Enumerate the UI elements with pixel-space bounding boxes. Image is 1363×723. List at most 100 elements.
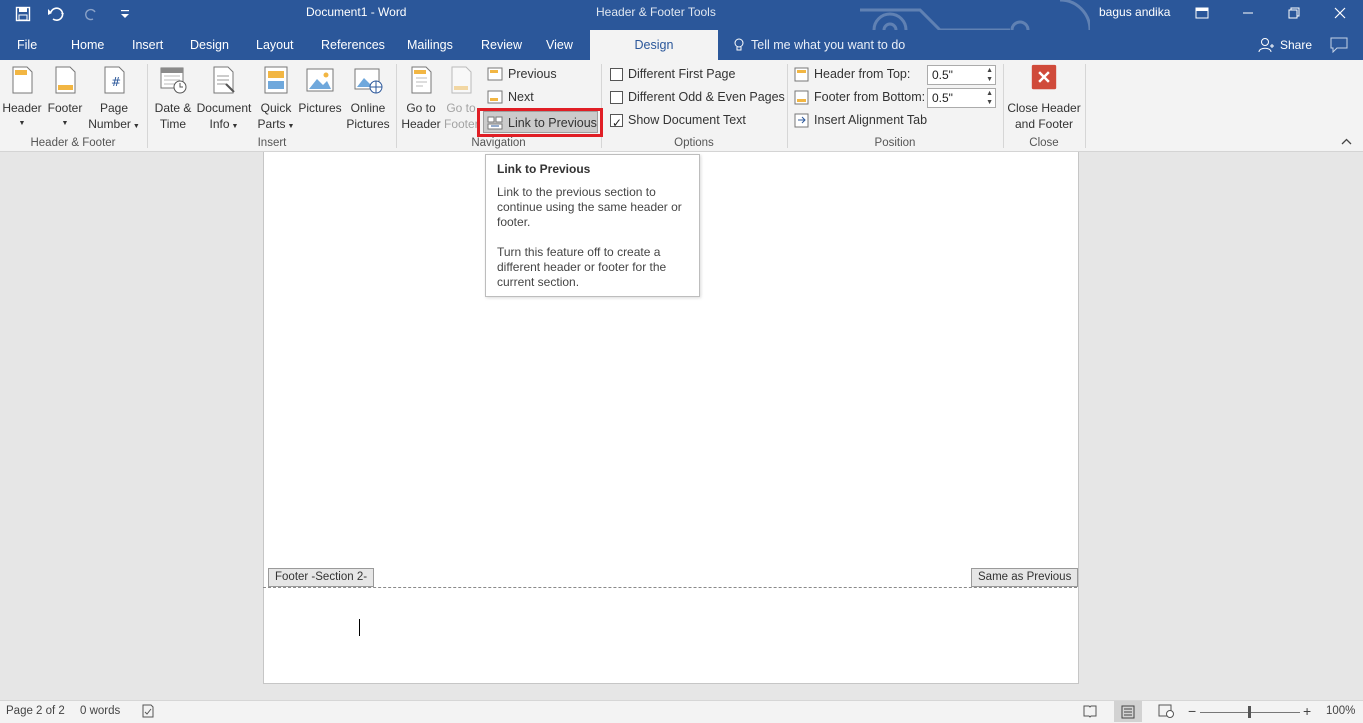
different-odd-even-checkbox[interactable]: Different Odd & Even Pages xyxy=(610,86,785,108)
number-label: Number xyxy=(88,117,131,131)
footer-boundary-line xyxy=(263,587,1077,588)
footer-nav-label: Footer xyxy=(444,117,478,131)
status-bar: Page 2 of 2 0 words − + 100% xyxy=(0,700,1363,723)
header-from-top-input[interactable]: 0.5" ▲ ▼ xyxy=(927,65,996,85)
zoom-out-button[interactable]: − xyxy=(1188,703,1196,719)
quick-access-toolbar xyxy=(10,3,138,25)
show-document-text-checkbox[interactable]: Show Document Text xyxy=(610,109,746,134)
tab-review[interactable]: Review xyxy=(481,30,522,60)
tab-home[interactable]: Home xyxy=(71,30,104,60)
footer-icon xyxy=(55,66,76,94)
redo-icon[interactable] xyxy=(78,3,104,25)
footer-from-bottom-input[interactable]: 0.5" ▲ ▼ xyxy=(927,88,996,108)
go-to-footer-icon xyxy=(451,66,472,94)
customize-qat-icon[interactable] xyxy=(112,3,138,25)
spinner-arrows-icon[interactable]: ▲ ▼ xyxy=(986,66,993,84)
header-label: Header xyxy=(2,101,42,115)
close-group-label: Close xyxy=(1029,137,1059,149)
page-number-button[interactable]: # Page Number ▼ xyxy=(87,64,141,135)
minimize-icon[interactable] xyxy=(1225,0,1271,26)
footer-position-icon xyxy=(794,90,809,104)
quick-parts-icon xyxy=(264,66,288,94)
online-pictures-icon xyxy=(354,68,383,94)
zoom-level[interactable]: 100% xyxy=(1326,705,1355,717)
user-name[interactable]: bagus andika xyxy=(1099,5,1170,19)
close-header-label: Close Header xyxy=(1007,101,1081,115)
date-time-button[interactable]: Date & Time xyxy=(151,64,195,132)
svg-text:#: # xyxy=(111,75,121,89)
header-footer-group-label: Header & Footer xyxy=(30,137,116,149)
pictures-icon xyxy=(306,68,334,92)
pictures-label: Pictures xyxy=(298,101,342,115)
quick-parts-button[interactable]: Quick Parts ▼ xyxy=(256,64,296,135)
header-from-top-label-group: Header from Top: xyxy=(794,63,910,85)
comments-icon[interactable] xyxy=(1330,37,1348,53)
online-pictures-button[interactable]: Online Pictures xyxy=(345,64,391,132)
header-from-top-label: Header from Top: xyxy=(814,67,911,81)
word-count[interactable]: 0 words xyxy=(80,705,120,717)
proofing-icon[interactable] xyxy=(141,704,155,721)
next-section-icon xyxy=(487,90,503,104)
read-mode-icon[interactable] xyxy=(1083,704,1097,721)
tab-design[interactable]: Design xyxy=(190,30,229,60)
previous-button[interactable]: Previous xyxy=(487,63,557,85)
group-separator xyxy=(147,64,148,148)
checkbox-checked-icon xyxy=(610,112,623,134)
undo-icon[interactable] xyxy=(44,3,70,25)
zoom-slider-knob[interactable] xyxy=(1248,706,1251,718)
online-pictures-label: Pictures xyxy=(346,117,390,131)
collapse-ribbon-icon[interactable] xyxy=(1341,136,1352,148)
next-label: Next xyxy=(508,90,534,104)
pictures-button[interactable]: Pictures xyxy=(297,64,343,116)
different-first-page-checkbox[interactable]: Different First Page xyxy=(610,63,735,85)
group-separator xyxy=(1085,64,1086,148)
share-button[interactable]: Share xyxy=(1258,30,1312,60)
ribbon-display-options-icon[interactable] xyxy=(1179,0,1225,26)
dropdown-arrow-icon: ▼ xyxy=(229,123,239,130)
header-icon xyxy=(12,66,33,94)
close-window-icon[interactable] xyxy=(1317,0,1363,26)
header-button[interactable]: Header ▼ xyxy=(2,64,42,132)
options-group-label: Options xyxy=(674,137,714,149)
different-odd-even-label: Different Odd & Even Pages xyxy=(628,90,785,104)
tab-layout[interactable]: Layout xyxy=(256,30,294,60)
tab-references[interactable]: References xyxy=(321,30,385,60)
tab-insert[interactable]: Insert xyxy=(132,30,163,60)
next-button[interactable]: Next xyxy=(487,86,534,108)
header-nav-label: Header xyxy=(401,117,441,131)
restore-icon[interactable] xyxy=(1271,0,1317,26)
tab-mailings[interactable]: Mailings xyxy=(407,30,453,60)
and-footer-label: and Footer xyxy=(1014,117,1074,131)
position-group-label: Position xyxy=(874,137,916,149)
footer-label: Footer xyxy=(47,101,83,115)
dropdown-arrow-icon: ▼ xyxy=(18,120,26,127)
save-icon[interactable] xyxy=(10,3,36,25)
footer-button[interactable]: Footer ▼ xyxy=(45,64,85,132)
page-label: Page xyxy=(99,101,129,115)
close-header-footer-button[interactable]: Close Header and Footer xyxy=(1006,64,1082,132)
document-info-button[interactable]: Document Info ▼ xyxy=(195,64,253,135)
link-to-previous-tooltip: Link to Previous Link to the previous se… xyxy=(485,154,700,297)
dropdown-arrow-icon: ▼ xyxy=(285,123,295,130)
zoom-in-button[interactable]: + xyxy=(1303,703,1311,719)
group-separator xyxy=(1003,64,1004,148)
page-count[interactable]: Page 2 of 2 xyxy=(6,705,65,717)
footer-from-bottom-label: Footer from Bottom: xyxy=(814,90,926,104)
go-to-footer-button[interactable]: Go to Footer xyxy=(444,64,478,132)
tab-file[interactable]: File xyxy=(17,30,37,60)
go-to-header-button[interactable]: Go to Header xyxy=(400,64,442,132)
print-layout-icon[interactable] xyxy=(1114,701,1142,722)
tab-view[interactable]: View xyxy=(546,30,573,60)
close-x-icon xyxy=(1031,64,1057,90)
tell-me-search[interactable]: Tell me what you want to do xyxy=(733,30,905,60)
calendar-clock-icon xyxy=(160,67,187,94)
insert-alignment-tab-button[interactable]: Insert Alignment Tab xyxy=(794,109,927,131)
dropdown-arrow-icon: ▼ xyxy=(61,120,69,127)
checkbox-icon xyxy=(610,67,623,81)
spinner-arrows-icon[interactable]: ▲ ▼ xyxy=(986,89,993,107)
insert-group-label: Insert xyxy=(257,137,287,149)
window-controls xyxy=(1179,0,1363,26)
dropdown-arrow-icon: ▼ xyxy=(130,123,140,130)
web-layout-icon[interactable] xyxy=(1158,704,1174,721)
tab-header-footer-design[interactable]: Design xyxy=(590,30,718,60)
